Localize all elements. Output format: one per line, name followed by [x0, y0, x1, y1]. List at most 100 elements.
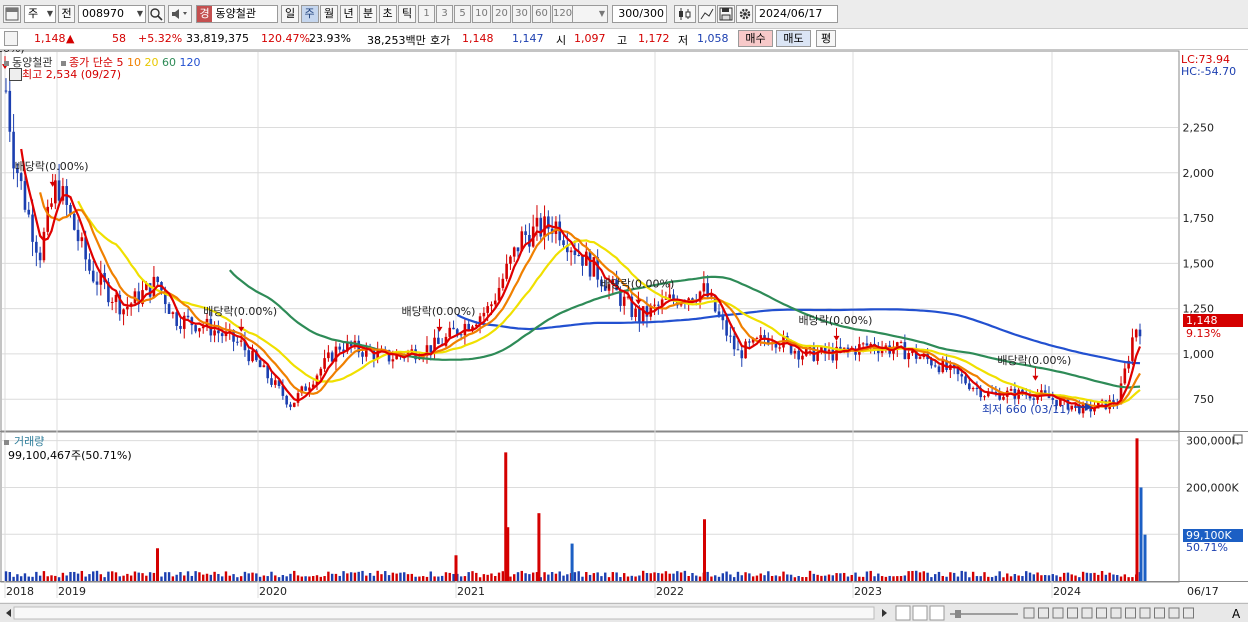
stock-name: 동양철관 [215, 7, 256, 20]
volume-bar [171, 576, 175, 581]
minus-icon[interactable] [1168, 607, 1180, 619]
volume-bar [148, 572, 152, 581]
volume-bar [330, 573, 334, 581]
stop-icon[interactable] [912, 605, 928, 621]
code-input[interactable]: 008970 ▼ [78, 5, 146, 23]
period-tab-3[interactable]: 년 [339, 5, 358, 23]
annotation-arrowhead [1032, 375, 1039, 381]
dividend-annotation: 배당락(0.00%) [600, 278, 674, 291]
candle-body [437, 337, 440, 344]
candle-body [156, 276, 160, 283]
scroll-right-icon[interactable] [882, 609, 887, 617]
chart-area[interactable]: 750 1,000 1,250 1,500 1,750 2,000 2,250 200,000… [0, 50, 1248, 602]
volume-bar [1059, 576, 1062, 581]
candle-body [220, 333, 224, 337]
search-icon[interactable] [148, 5, 165, 23]
gear-icon[interactable] [736, 5, 753, 23]
candle-body [179, 325, 182, 329]
candle-body [239, 340, 243, 342]
volume-bar [1055, 575, 1058, 581]
interval-button-6[interactable]: 60 [532, 5, 551, 23]
volume-bar [615, 572, 618, 581]
copy-icon[interactable] [1038, 607, 1049, 619]
volume-spike-bar [1135, 438, 1139, 581]
interval-button-5[interactable]: 30 [512, 5, 531, 23]
volume-bar [145, 575, 148, 581]
period-tab-5[interactable]: 초 [378, 5, 397, 23]
period-tab-1[interactable]: 주 [300, 5, 319, 23]
volume-bar [76, 573, 80, 581]
candle-body [797, 350, 800, 360]
interval-button-0[interactable]: 1 [418, 5, 435, 23]
volume-bar [486, 574, 489, 581]
interval-button-7[interactable]: 120 [552, 5, 573, 23]
volume-bar [755, 575, 759, 581]
fork-icon[interactable] [1125, 607, 1136, 619]
count-field[interactable]: 300/300 [612, 5, 667, 23]
volume-bar [65, 575, 68, 581]
sell-button[interactable]: 매도 [776, 30, 811, 47]
prev-button[interactable]: 전 [58, 5, 75, 23]
buy-button[interactable]: 매수 [738, 30, 773, 47]
eval-button[interactable]: 평 [816, 30, 836, 47]
chart-settings-icon[interactable] [9, 68, 22, 81]
ask-label: 호가 [430, 34, 451, 47]
stock-name-box[interactable]: 경 동양철관 [196, 5, 278, 23]
candle-type-icon[interactable] [674, 5, 696, 23]
bottom-tools-canvas[interactable]: A [0, 604, 1248, 622]
cursor-icon[interactable] [1052, 607, 1064, 619]
line-tool-icon[interactable] [698, 5, 716, 23]
period-tab-4[interactable]: 분 [359, 5, 377, 23]
candle-body [23, 181, 27, 210]
zoom-icon[interactable] [1154, 607, 1165, 619]
candle-body [657, 304, 660, 306]
volume-bar [588, 574, 592, 581]
volume-bar [638, 575, 641, 581]
candle-body [793, 350, 797, 354]
period-tab-0[interactable]: 일 [281, 5, 299, 23]
interval-select[interactable]: ▼ [570, 5, 608, 23]
candle-body [126, 306, 129, 310]
line-icon[interactable] [1110, 607, 1122, 619]
interval-button-2[interactable]: 5 [454, 5, 471, 23]
box-icon[interactable] [1023, 607, 1035, 619]
candle-body [35, 241, 38, 253]
rewind-icon[interactable] [895, 605, 911, 621]
date-field[interactable]: 2024/06/17 [755, 5, 838, 23]
forward-icon[interactable] [929, 605, 945, 621]
zoom-slider-handle[interactable] [955, 610, 961, 618]
window-icon[interactable] [3, 5, 21, 23]
candle-body [31, 214, 34, 242]
volume-bar [573, 572, 577, 581]
volume-bar [634, 576, 637, 581]
period-tab-6[interactable]: 틱 [398, 5, 416, 23]
ma10-label: 10 [126, 56, 141, 69]
toggle-icon[interactable] [4, 31, 18, 46]
volume-bar [440, 575, 444, 581]
annotation-arrowhead [635, 299, 642, 305]
pen-icon[interactable] [1081, 607, 1093, 619]
market-select[interactable]: 주 ▼ [24, 5, 56, 23]
scroll-track[interactable] [13, 606, 875, 620]
volume-bar [657, 572, 660, 581]
chart-canvas[interactable]: 7501,0001,2501,5001,7502,0002,250200,000… [0, 50, 1248, 602]
grid-icon[interactable] [1067, 607, 1078, 619]
volume-bar [983, 572, 986, 581]
dash-icon[interactable] [1183, 607, 1194, 619]
volume-bar [782, 571, 785, 581]
volume-bar [732, 577, 736, 581]
chart-icon[interactable] [1139, 607, 1151, 619]
interval-button-1[interactable]: 3 [436, 5, 453, 23]
interval-button-4[interactable]: 20 [492, 5, 511, 23]
volume-bar [141, 573, 144, 581]
scroll-left-icon[interactable] [6, 609, 11, 617]
speaker-icon[interactable] [168, 5, 192, 23]
interval-button-3[interactable]: 10 [472, 5, 491, 23]
period-tab-2[interactable]: 월 [320, 5, 338, 23]
text-tool-icon[interactable]: A [1232, 607, 1241, 621]
trend-icon[interactable] [1096, 607, 1107, 619]
volume-bar [353, 572, 357, 581]
save-icon[interactable] [717, 5, 735, 23]
volume-spike-bar [156, 548, 159, 581]
legend-square-icon [4, 61, 9, 66]
